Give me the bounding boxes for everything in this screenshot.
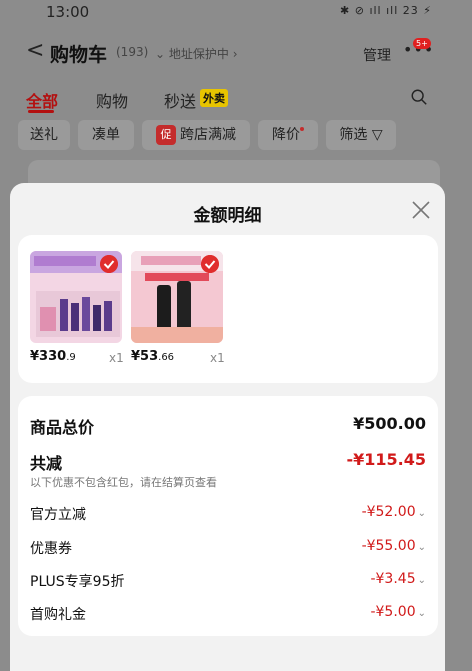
total-price-value: ¥500.00: [353, 414, 426, 433]
product-image[interactable]: [30, 251, 122, 343]
active-tab-indicator: [28, 110, 54, 113]
product-image[interactable]: [131, 251, 223, 343]
tab-all[interactable]: 全部: [26, 88, 58, 112]
filter-screen-label: 筛选: [339, 127, 368, 143]
total-reduction-row: 共减 -¥115.45: [30, 450, 426, 473]
product-qty: x1: [109, 351, 124, 365]
close-icon[interactable]: [410, 199, 432, 221]
status-time: 13:00: [46, 3, 90, 21]
discount-label: 首购礼金: [30, 607, 86, 623]
discount-value: -¥52.00: [361, 504, 416, 520]
discount-label: 优惠券: [30, 541, 72, 557]
filter-bar: 送礼 凑单 促跨店满减 降价 筛选 ▽: [0, 120, 472, 152]
discount-value: -¥5.00: [370, 604, 416, 620]
discount-value: -¥3.45: [370, 571, 416, 587]
product-price: ¥330.9: [30, 349, 76, 364]
back-icon[interactable]: <: [26, 38, 44, 63]
check-icon[interactable]: [201, 255, 219, 273]
address-protection-label: 地址保护中: [168, 47, 229, 61]
cart-header: < 购物车 (193) ⌄ 地址保护中 › 管理 ••• 5+: [0, 34, 472, 74]
product-price-main: ¥53: [131, 349, 159, 364]
discount-row[interactable]: 首购礼金 -¥5.00 ⌄: [30, 604, 426, 624]
filter-cross-store[interactable]: 促跨店满减: [142, 120, 250, 150]
status-bar: 13:00 ✱ ⊘ ıll ıll 23 ⚡: [0, 0, 472, 26]
chevron-down-icon: ⌄: [417, 542, 426, 553]
discount-row[interactable]: 优惠券 -¥55.00 ⌄: [30, 538, 426, 558]
filter-cross-store-label: 跨店满减: [180, 127, 236, 143]
product-qty: x1: [210, 351, 225, 365]
search-icon[interactable]: [410, 88, 428, 106]
chevron-down-icon: ⌄: [417, 508, 426, 519]
status-icons: ✱ ⊘ ıll ıll 23 ⚡: [340, 4, 432, 17]
shield-icon: ⌄: [155, 47, 169, 61]
cart-count: (193): [116, 45, 149, 59]
discount-label: 官方立减: [30, 507, 86, 523]
check-icon[interactable]: [100, 255, 118, 273]
funnel-icon: ▽: [371, 127, 383, 143]
discount-row[interactable]: PLUS专享95折 -¥3.45 ⌄: [30, 571, 426, 591]
product-price: ¥53.66: [131, 349, 174, 364]
red-dot: [300, 127, 304, 131]
filter-bundle-label: 凑单: [92, 127, 120, 143]
page-title: 购物车: [50, 44, 108, 66]
total-price-label: 商品总价: [30, 418, 95, 437]
tab-instant[interactable]: 秒送: [164, 88, 196, 112]
filter-gift[interactable]: 送礼: [18, 120, 70, 150]
products-card: ¥330.9 x1 ¥53.66 x1: [18, 235, 438, 383]
total-price-row: 商品总价 ¥500.00: [30, 414, 426, 437]
takeout-tag: 外卖: [200, 89, 228, 107]
address-protection[interactable]: ⌄ 地址保护中 ›: [155, 45, 238, 62]
promo-tag: 促: [156, 125, 176, 145]
manage-button[interactable]: 管理: [363, 45, 391, 65]
filter-gift-label: 送礼: [30, 127, 58, 143]
filter-bundle[interactable]: 凑单: [78, 120, 134, 150]
tab-shopping[interactable]: 购物: [96, 88, 128, 112]
product-price-decimal: .9: [66, 352, 76, 363]
discount-row[interactable]: 官方立减 -¥52.00 ⌄: [30, 504, 426, 524]
amount-detail-sheet: 金额明细 ¥330.9 x1 ¥53.66 x1 商品总价 ¥500.00 共减…: [10, 183, 445, 671]
discount-label: PLUS专享95折: [30, 574, 125, 590]
cart-tabs: 全部 购物 秒送 外卖: [0, 86, 472, 114]
total-reduction-value: -¥115.45: [346, 450, 426, 469]
filter-price-drop[interactable]: 降价: [258, 120, 318, 150]
product-price-main: ¥330: [30, 349, 67, 364]
sheet-title: 金额明细: [193, 206, 262, 226]
product-price-decimal: .66: [158, 352, 175, 363]
chevron-down-icon: ⌄: [417, 575, 426, 586]
filter-screen[interactable]: 筛选 ▽: [326, 120, 396, 150]
amount-details-card: 商品总价 ¥500.00 共减 -¥115.45 以下优惠不包含红包，请在结算页…: [18, 396, 438, 636]
message-badge: 5+: [413, 38, 431, 49]
reduction-note: 以下优惠不包含红包，请在结算页查看: [30, 476, 217, 489]
total-reduction-label: 共减: [30, 454, 63, 473]
chevron-down-icon: ⌄: [417, 608, 426, 619]
filter-price-drop-label: 降价: [272, 127, 300, 143]
discount-value: -¥55.00: [361, 538, 416, 554]
